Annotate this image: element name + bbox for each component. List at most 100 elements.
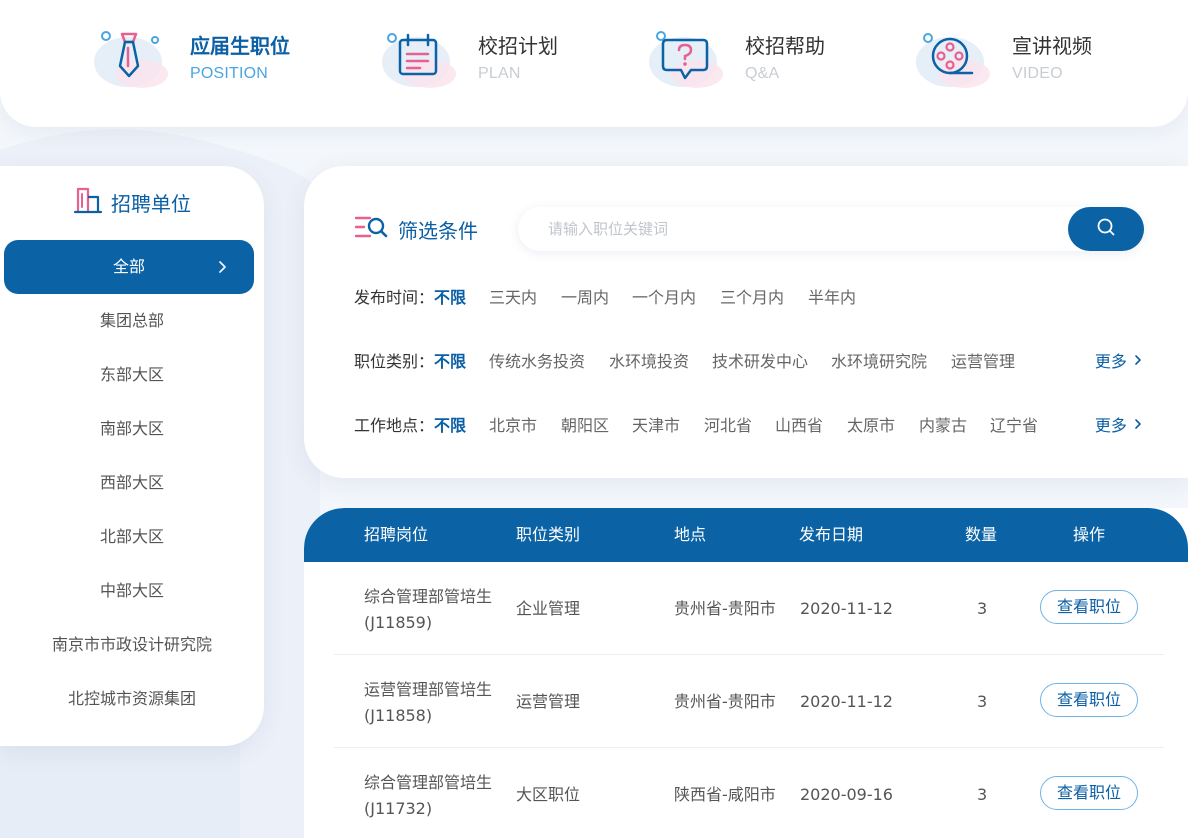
chevron-right-icon [1132,352,1144,371]
publish-date: 2020-11-12 [800,692,893,711]
filter-option[interactable]: 水环境研究院 [831,347,927,377]
sidebar-item-east[interactable]: 东部大区 [0,348,264,402]
top-navigation: 应届生职位 POSITION 校招计划 PLAN 校招帮助 Q&A 宣讲视频 V… [0,0,1188,127]
filter-row-publish-time: 发布时间： 不限 三天内 一周内 一个月内 三个月内 半年内 [354,283,1144,313]
sidebar-item-central[interactable]: 中部大区 [0,564,264,618]
filter-option[interactable]: 水环境投资 [609,347,689,377]
view-job-button[interactable]: 查看职位 [1040,776,1138,810]
filter-row-work-location: 工作地点： 不限 北京市 朝阳区 天津市 河北省 山西省 太原市 内蒙古 辽宁省… [354,411,1144,441]
filter-option[interactable]: 太原市 [847,411,895,441]
table-row: 运营管理部管培生 (J11858) 运营管理 贵州省-贵阳市 2020-11-1… [334,655,1164,748]
search-button[interactable] [1068,207,1144,251]
sidebar-item-label: 南京市市政设计研究院 [51,635,212,654]
job-title-cell: 运营管理部管培生 (J11858) [364,677,492,729]
filter-option[interactable]: 内蒙古 [919,411,967,441]
filter-option[interactable]: 山西省 [775,411,823,441]
more-locations-link[interactable]: 更多 [1095,411,1144,441]
job-title[interactable]: 运营管理部管培生 [364,677,492,703]
question-bubble-icon [647,26,727,92]
filter-label: 发布时间： [354,288,435,307]
column-header: 数量 [965,525,998,544]
job-title[interactable]: 综合管理部管培生 [364,770,492,796]
filter-option[interactable]: 三个月内 [720,283,784,313]
job-location: 贵州省-贵阳市 [674,599,776,618]
nav-item-video[interactable]: 宣讲视频 VIDEO [914,24,1092,94]
filter-option[interactable]: 半年内 [808,283,856,313]
nav-subtitle: POSITION [190,65,269,82]
job-location: 贵州省-贵阳市 [674,692,776,711]
nav-subtitle: PLAN [478,65,521,82]
job-code: (J11858) [364,706,433,725]
filter-option[interactable]: 不限 [434,411,466,441]
filter-option[interactable]: 河北省 [704,411,752,441]
sidebar-item-north[interactable]: 北部大区 [0,510,264,564]
filter-option[interactable]: 辽宁省 [990,411,1038,441]
sidebar-item-label: 北控城市资源集团 [67,689,196,708]
sidebar-item-label: 东部大区 [99,365,164,384]
job-location: 陕西省-咸阳市 [674,785,776,804]
job-category: 大区职位 [516,785,581,804]
search-box [518,207,1144,251]
tie-icon [92,26,172,92]
table-header: 招聘岗位 职位类别 地点 发布日期 数量 操作 [304,508,1188,562]
filter-option[interactable]: 三天内 [489,283,537,313]
table-row: 综合管理部管培生 (J11732) 大区职位 陕西省-咸阳市 2020-09-1… [334,748,1164,838]
filter-option[interactable]: 北京市 [489,411,537,441]
nav-title: 校招计划 [478,34,558,58]
sidebar-item-beikong-resources[interactable]: 北控城市资源集团 [0,672,264,726]
filter-option[interactable]: 运营管理 [951,347,1015,377]
nav-title: 校招帮助 [745,34,825,58]
filter-title: 筛选条件 [398,218,478,243]
job-code: (J11859) [364,613,433,632]
filter-label: 职位类别： [354,352,435,371]
filter-option[interactable]: 传统水务投资 [489,347,585,377]
filter-option[interactable]: 不限 [434,347,466,377]
sidebar-item-nanjing-institute[interactable]: 南京市市政设计研究院 [0,618,264,672]
nav-item-position[interactable]: 应届生职位 POSITION [92,24,290,94]
nav-subtitle: Q&A [745,65,780,82]
filter-label: 工作地点： [354,416,435,435]
chevron-right-icon [1132,416,1144,435]
job-category: 企业管理 [516,599,581,618]
job-title-cell: 综合管理部管培生 (J11859) [364,584,492,636]
filter-panel: 筛选条件 发布时间： 不限 三天内 一周内 一个月内 三个月内 半年内 职位类别… [304,166,1188,478]
filter-row-job-category: 职位类别： 不限 传统水务投资 水环境投资 技术研发中心 水环境研究院 运营管理… [354,347,1144,377]
search-input[interactable] [518,207,1078,251]
filter-option[interactable]: 技术研发中心 [712,347,808,377]
filter-option[interactable]: 天津市 [632,411,680,441]
filter-option[interactable]: 不限 [434,283,466,313]
sidebar-item-label: 中部大区 [99,581,164,600]
nav-subtitle: VIDEO [1012,65,1063,82]
more-label: 更多 [1094,352,1127,371]
sidebar-item-label: 北部大区 [99,527,164,546]
sidebar-item-label: 集团总部 [99,311,164,330]
filter-icon [354,213,388,245]
publish-date: 2020-09-16 [800,785,893,804]
more-categories-link[interactable]: 更多 [1095,347,1144,377]
filter-option[interactable]: 一个月内 [632,283,696,313]
nav-item-plan[interactable]: 校招计划 PLAN [380,24,558,94]
publish-date: 2020-11-12 [800,599,893,618]
job-title-cell: 综合管理部管培生 (J11732) [364,770,492,822]
filter-option[interactable]: 一周内 [561,283,609,313]
view-job-button[interactable]: 查看职位 [1040,683,1138,717]
column-header: 操作 [1073,525,1106,544]
column-header: 职位类别 [516,525,581,544]
sidebar-item-hq[interactable]: 集团总部 [0,294,264,348]
sidebar-item-label: 全部 [112,257,145,276]
nav-title: 宣讲视频 [1012,34,1092,58]
nav-item-qa[interactable]: 校招帮助 Q&A [647,24,825,94]
job-title[interactable]: 综合管理部管培生 [364,584,492,610]
nav-title: 应届生职位 [190,34,290,58]
calendar-icon [380,26,460,92]
column-header: 地点 [674,525,707,544]
sidebar-item-label: 西部大区 [99,473,164,492]
building-icon [73,185,103,219]
filter-option[interactable]: 朝阳区 [561,411,609,441]
job-table: 招聘岗位 职位类别 地点 发布日期 数量 操作 综合管理部管培生 (J11859… [304,508,1188,838]
view-job-button[interactable]: 查看职位 [1040,590,1138,624]
sidebar-list: 全部 集团总部 东部大区 南部大区 西部大区 北部大区 中部大区 南京市市政设计… [0,240,264,726]
sidebar-item-west[interactable]: 西部大区 [0,456,264,510]
sidebar-item-all[interactable]: 全部 [4,240,254,294]
sidebar-item-south[interactable]: 南部大区 [0,402,264,456]
